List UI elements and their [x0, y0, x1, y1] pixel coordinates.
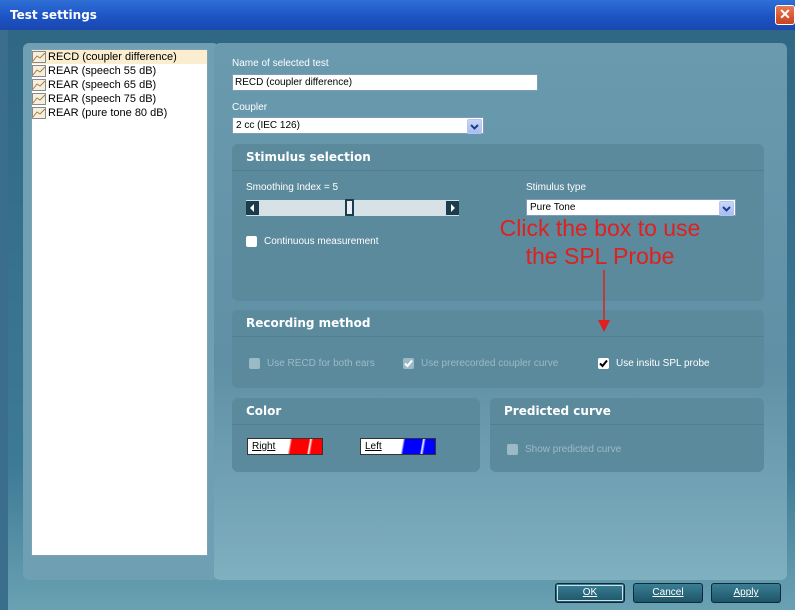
- recording-title: Recording method: [246, 316, 371, 330]
- ok-button[interactable]: OK: [555, 583, 625, 603]
- instruction-annotation: Click the box to use the SPL Probe: [480, 214, 720, 270]
- insitu-spl-probe-checkbox[interactable]: [598, 358, 609, 369]
- show-predicted-checkbox[interactable]: [507, 444, 518, 455]
- slider-right-arrow-icon[interactable]: [446, 201, 459, 215]
- list-item-label: REAR (speech 55 dB): [48, 65, 157, 77]
- slider-left-arrow-icon[interactable]: [246, 201, 259, 215]
- list-item-recd[interactable]: RECD (coupler difference): [32, 50, 207, 64]
- test-curve-icon: [32, 107, 46, 119]
- left-color-button[interactable]: Left: [360, 438, 436, 455]
- coupler-label: Coupler: [232, 102, 268, 113]
- title-bar[interactable]: Test settings ✕: [0, 0, 795, 30]
- window-title: Test settings: [10, 8, 97, 22]
- chevron-down-icon[interactable]: [467, 119, 482, 134]
- test-name-input[interactable]: RECD (coupler difference): [232, 74, 538, 91]
- stimulus-type-label: Stimulus type: [526, 182, 587, 193]
- annotation-line-2: the SPL Probe: [525, 243, 675, 269]
- dialog-body: RECD (coupler difference) REAR (speech 5…: [8, 30, 795, 610]
- list-item-rear-65[interactable]: REAR (speech 65 dB): [32, 78, 207, 92]
- right-color-button[interactable]: Right: [247, 438, 323, 455]
- continuous-measurement-label: Continuous measurement: [264, 236, 379, 247]
- prerecorded-label: Use prerecorded coupler curve: [421, 358, 559, 369]
- continuous-measurement-checkbox[interactable]: [246, 236, 257, 247]
- test-list-panel: RECD (coupler difference) REAR (speech 5…: [23, 43, 219, 580]
- predicted-title: Predicted curve: [504, 404, 611, 418]
- test-settings-window: Test settings ✕ RECD (coupler difference…: [0, 0, 795, 610]
- recd-both-ears-label: Use RECD for both ears: [267, 358, 375, 369]
- checkmark-icon: [599, 359, 608, 368]
- name-label: Name of selected test: [232, 58, 329, 69]
- insitu-spl-probe-label: Use insitu SPL probe: [616, 358, 710, 369]
- test-curve-icon: [32, 79, 46, 91]
- annotation-line-1: Click the box to use: [499, 215, 701, 241]
- list-item-label: RECD (coupler difference): [48, 51, 177, 63]
- left-color-label: Left: [365, 441, 382, 452]
- stimulus-title: Stimulus selection: [246, 150, 371, 164]
- close-icon[interactable]: ✕: [775, 5, 795, 25]
- prerecorded-checkbox[interactable]: [403, 358, 414, 369]
- recording-group-header: Recording method: [232, 310, 764, 337]
- list-item-rear-55[interactable]: REAR (speech 55 dB): [32, 64, 207, 78]
- list-item-label: REAR (speech 75 dB): [48, 93, 157, 105]
- predicted-group-header: Predicted curve: [490, 398, 764, 425]
- checkmark-icon: [404, 359, 413, 368]
- list-item-rear-75[interactable]: REAR (speech 75 dB): [32, 92, 207, 106]
- color-group-header: Color: [232, 398, 480, 425]
- list-item-rear-pure-tone[interactable]: REAR (pure tone 80 dB): [32, 106, 207, 120]
- cancel-button[interactable]: Cancel: [633, 583, 703, 603]
- test-list: RECD (coupler difference) REAR (speech 5…: [31, 49, 208, 556]
- test-curve-icon: [32, 51, 46, 63]
- coupler-select[interactable]: 2 cc (IEC 126): [232, 117, 484, 134]
- show-predicted-label: Show predicted curve: [525, 444, 622, 455]
- color-group: Color Right Left: [232, 398, 480, 472]
- recording-method-group: Recording method Use RECD for both ears …: [232, 310, 764, 388]
- predicted-curve-group: Predicted curve Show predicted curve: [490, 398, 764, 472]
- test-curve-icon: [32, 65, 46, 77]
- coupler-value: 2 cc (IEC 126): [236, 120, 300, 131]
- test-curve-icon: [32, 93, 46, 105]
- list-item-label: REAR (pure tone 80 dB): [48, 107, 168, 119]
- recd-both-ears-checkbox[interactable]: [249, 358, 260, 369]
- smoothing-label: Smoothing Index = 5: [246, 182, 339, 193]
- settings-panel: Name of selected test RECD (coupler diff…: [214, 43, 787, 580]
- list-item-label: REAR (speech 65 dB): [48, 79, 157, 91]
- slider-thumb[interactable]: [345, 199, 354, 216]
- stimulus-type-value: Pure Tone: [530, 202, 576, 213]
- stimulus-group-header: Stimulus selection: [232, 144, 764, 171]
- apply-button[interactable]: Apply: [711, 583, 781, 603]
- right-color-label: Right: [252, 441, 276, 452]
- chevron-down-icon[interactable]: [719, 201, 734, 216]
- smoothing-slider[interactable]: [246, 199, 459, 216]
- annotation-arrow-icon: [598, 270, 610, 332]
- color-title: Color: [246, 404, 282, 418]
